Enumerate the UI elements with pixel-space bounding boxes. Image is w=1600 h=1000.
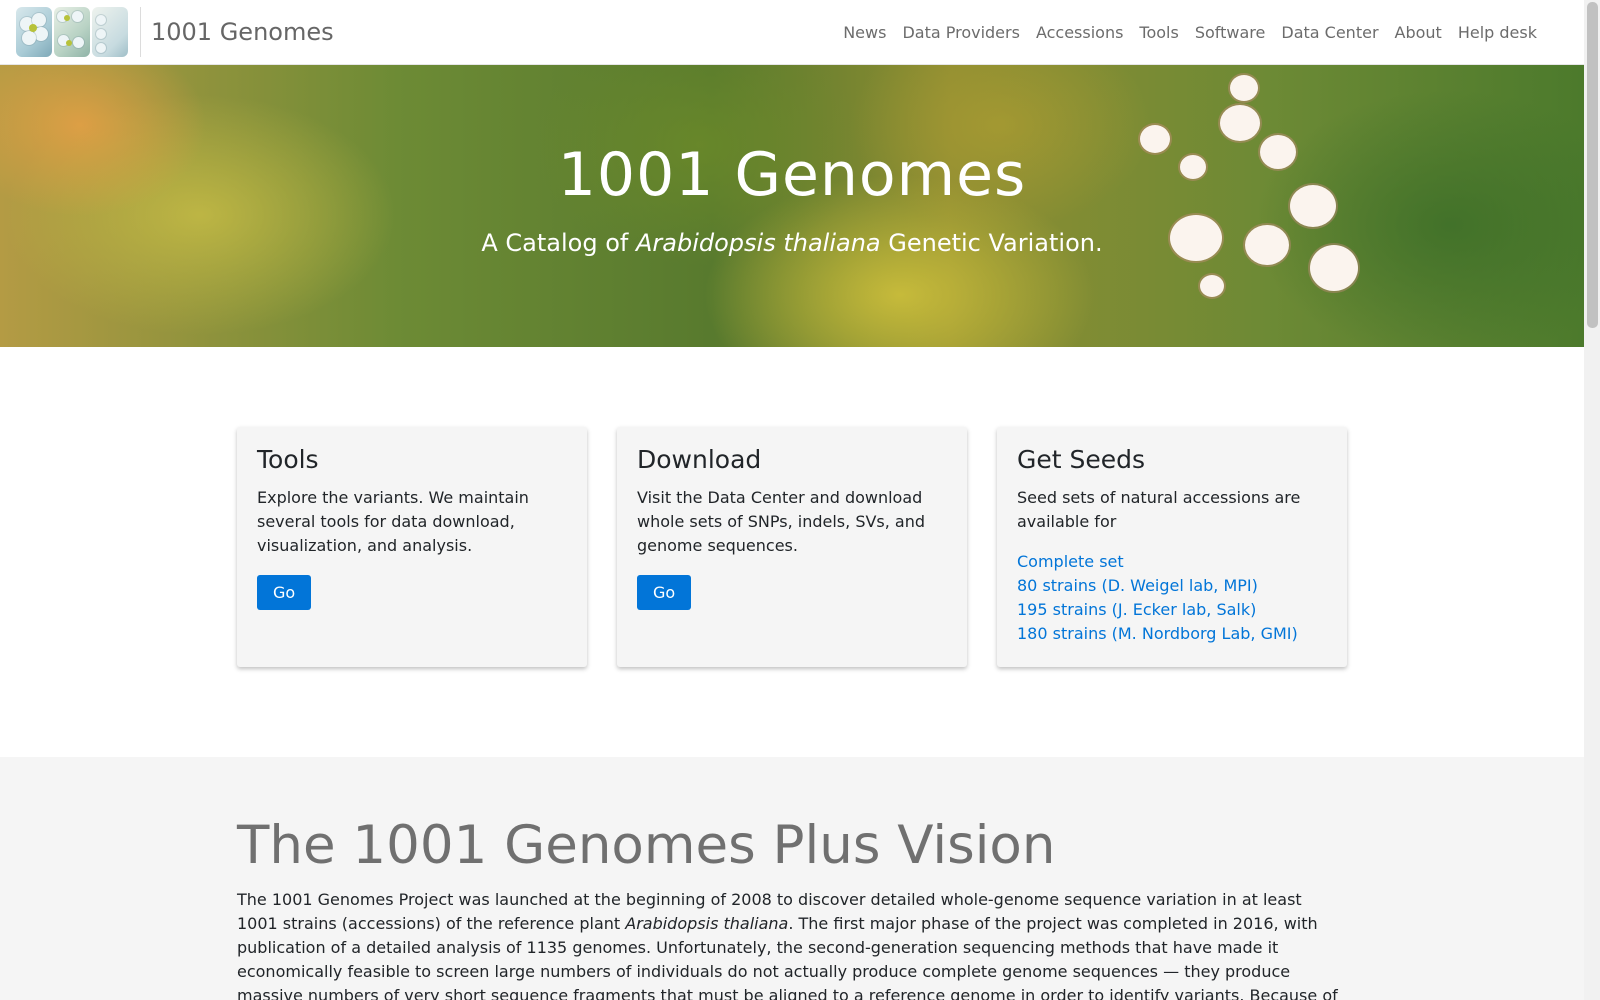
vision-paragraph: The 1001 Genomes Project was launched at… [237,890,1338,1000]
nav-news[interactable]: News [835,23,894,42]
nav-data-center[interactable]: Data Center [1273,23,1386,42]
download-go-button[interactable]: Go [637,575,692,610]
seed-link-weigel[interactable]: 80 strains (D. Weigel lab, MPI) [1017,574,1327,598]
hero-title: 1001 Genomes [557,140,1027,210]
seed-link-complete-set[interactable]: Complete set [1017,550,1327,574]
hero-banner: 1001 Genomes A Catalog of Arabidopsis th… [0,65,1584,347]
vision-heading: The 1001 Genomes Plus Vision [237,815,1056,876]
download-card-text: Visit the Data Center and download whole… [637,488,926,555]
vision-section: The 1001 Genomes Plus Vision The 1001 Ge… [0,757,1584,1000]
top-navbar: 1001 Genomes News Data Providers Accessi… [0,0,1584,65]
logo-flower-tile [92,7,128,57]
logo-flower-tile [16,7,52,57]
nav-software[interactable]: Software [1187,23,1274,42]
tools-card-text: Explore the variants. We maintain severa… [257,488,529,555]
species-name: Arabidopsis thaliana [635,229,881,257]
nav-data-providers[interactable]: Data Providers [894,23,1028,42]
logo-divider [140,7,141,57]
brand-link[interactable]: 1001 Genomes [151,18,334,46]
seeds-card: Get Seeds Seed sets of natural accession… [997,427,1347,667]
seed-link-ecker[interactable]: 195 strains (J. Ecker lab, Salk) [1017,598,1327,622]
site-logo[interactable] [16,7,130,57]
nav-help-desk[interactable]: Help desk [1450,23,1545,42]
nav-about[interactable]: About [1387,23,1450,42]
nav-tools[interactable]: Tools [1131,23,1186,42]
tools-card: Tools Explore the variants. We maintain … [237,427,587,667]
seeds-card-text: Seed sets of natural accessions are avai… [1017,488,1301,531]
page-scrollbar[interactable] [1584,0,1600,1000]
seed-links: Complete set 80 strains (D. Weigel lab, … [1017,550,1327,646]
tools-go-button[interactable]: Go [257,575,312,610]
scrollbar-thumb[interactable] [1587,2,1598,328]
seeds-card-title: Get Seeds [1017,445,1146,474]
hero-subtitle: A Catalog of Arabidopsis thaliana Geneti… [481,229,1103,257]
seed-link-nordborg[interactable]: 180 strains (M. Nordborg Lab, GMI) [1017,622,1327,646]
tools-card-title: Tools [257,445,319,474]
feature-cards: Tools Explore the variants. We maintain … [237,427,1347,667]
download-card-title: Download [637,445,762,474]
download-card: Download Visit the Data Center and downl… [617,427,967,667]
logo-flower-tile [54,7,90,57]
nav-accessions[interactable]: Accessions [1028,23,1131,42]
main-nav: News Data Providers Accessions Tools Sof… [835,0,1545,65]
